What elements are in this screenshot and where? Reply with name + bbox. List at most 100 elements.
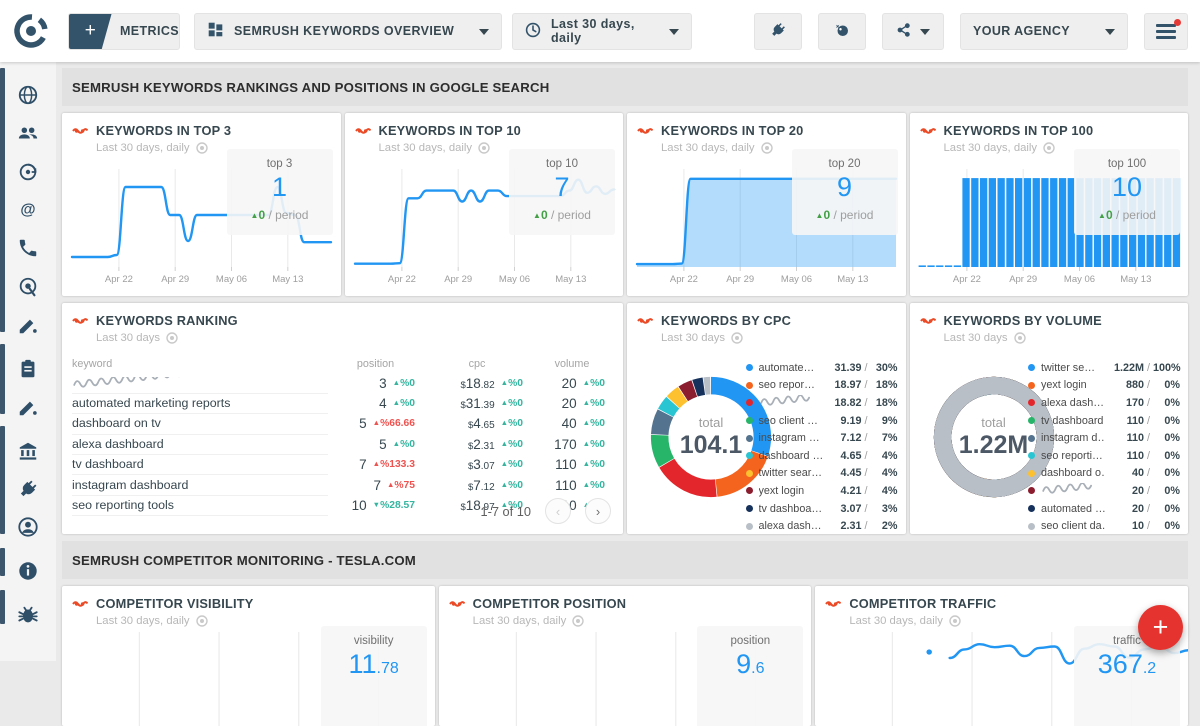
legend-slash: /: [1147, 520, 1150, 532]
up-arrow-icon: ▲: [373, 459, 380, 468]
up-arrow-icon: ▲: [533, 211, 541, 220]
delta-value: 0: [1106, 208, 1113, 222]
card-title: KEYWORDS IN TOP 20: [661, 123, 804, 138]
cpc-value: $4.65: [468, 416, 495, 431]
data-source-badge-icon: [1043, 142, 1055, 154]
legend-slash: /: [1147, 397, 1150, 409]
cpc-cell: $7.12▲%0: [423, 478, 531, 493]
pagination-next-button[interactable]: ›: [585, 498, 611, 524]
x-axis-label: Apr 22: [105, 274, 133, 285]
legend-pct: 4%: [871, 485, 898, 497]
column-header-volume: volume: [531, 358, 613, 370]
integrations-button[interactable]: [754, 13, 802, 50]
legend-item: instagram d…110/0%: [1028, 429, 1180, 447]
sidebar-item-bank[interactable]: [17, 440, 39, 462]
up-arrow-icon: ▲: [501, 418, 508, 427]
dashboard-selector[interactable]: SEMRUSH KEYWORDS OVERVIEW: [194, 13, 502, 50]
card-title-row: COMPETITOR TRAFFIC: [825, 596, 1178, 611]
legend-pct: 2%: [871, 520, 898, 532]
sidebar-item-globe-touch[interactable]: [17, 276, 39, 298]
volume-change: ▲%0: [583, 459, 605, 470]
data-source-badge-icon: [761, 142, 773, 154]
sidebar-item-edit-pen-2[interactable]: [17, 396, 39, 418]
semrush-source-icon: [72, 599, 88, 609]
sidebar-item-at-sign[interactable]: @: [17, 199, 39, 221]
card-title: KEYWORDS IN TOP 10: [379, 123, 522, 138]
time-range-selector[interactable]: Last 30 days, daily: [512, 13, 692, 50]
position-value: 4: [363, 396, 387, 411]
legend-label: instagram d…: [1041, 432, 1105, 444]
sidebar-item-team[interactable]: [17, 122, 39, 144]
add-widget-fab[interactable]: +: [1138, 605, 1183, 650]
sidebar-item-edit-pen[interactable]: [17, 314, 39, 336]
sidebar-item-account[interactable]: [17, 516, 39, 538]
bank-icon: [17, 440, 39, 462]
legend-item: yext login880/0%: [1028, 377, 1180, 395]
clock-icon: [525, 22, 541, 41]
redacted-label-scribble: [759, 395, 815, 407]
sidebar-item-plug[interactable]: [17, 478, 39, 500]
volume-cell: 110▲%0: [531, 478, 613, 493]
sidebar-item-bug[interactable]: [17, 604, 39, 626]
legend-value: 110: [1127, 432, 1144, 444]
stat-int: 1: [272, 172, 287, 202]
sidebar-item-clipboard[interactable]: [17, 358, 39, 380]
keywords-ranking-card: KEYWORDS RANKINGLast 30 dayskeywordposit…: [62, 303, 623, 534]
table-row: alexa dashboard5▲%0$2.31▲%0170▲%0: [72, 434, 613, 454]
hamburger-icon: [1156, 24, 1176, 39]
stat-value: 9.6: [697, 649, 803, 684]
up-arrow-icon: ▲: [501, 398, 508, 407]
legend-item: alexa dash…2.31/2%: [746, 517, 898, 534]
semrush-source-icon: [72, 126, 88, 136]
legend-label: instagram …: [759, 432, 823, 444]
main-menu-button[interactable]: [1144, 13, 1188, 50]
sidebar-item-info[interactable]: [17, 560, 39, 582]
appearance-button[interactable]: [818, 13, 866, 50]
semrush-source-icon: [825, 599, 841, 609]
edit-pen-2-icon: [17, 396, 39, 418]
position-cell: 5▲%0: [328, 437, 423, 452]
card-subtitle: Last 30 days: [944, 332, 1008, 344]
position-value: 7: [357, 478, 381, 493]
team-icon: [17, 122, 39, 144]
add-metrics-button[interactable]: + METRICS: [68, 13, 180, 50]
keyword-cell: automated marketing reports: [72, 393, 328, 414]
table-row: 3▲%0$18.82▲%020▲%0: [72, 373, 613, 393]
currency-symbol: $: [468, 482, 473, 493]
sidebar-item-globe-sync[interactable]: [17, 161, 39, 183]
stat-overlay: top 10010▲0 / period: [1074, 149, 1180, 235]
legend-value: 40: [1132, 467, 1144, 479]
cpc-cell: $18.82▲%0: [423, 376, 531, 391]
theme-palette-icon: [833, 21, 851, 42]
legend-label: alexa dash…: [1041, 397, 1105, 409]
pagination-prev-button[interactable]: ‹: [545, 498, 571, 524]
sidebar-item-globe[interactable]: [17, 84, 39, 106]
sidebar-item-phone[interactable]: [17, 237, 39, 259]
stat-value: 7: [509, 172, 615, 207]
legend-pct: 0%: [1153, 450, 1180, 462]
legend-item: twitter se…1.22M/100%: [1028, 359, 1180, 377]
data-source-badge-icon: [196, 615, 208, 627]
legend-pct: 0%: [1153, 503, 1180, 515]
up-arrow-icon: ▲: [393, 398, 400, 407]
position-change: ▲%0: [393, 398, 415, 409]
volume-cell: 170▲%0: [531, 437, 613, 452]
legend-value: 4.21: [840, 485, 861, 497]
legend-item: instagram …7.12/7%: [746, 429, 898, 447]
stat-int: 9: [736, 649, 751, 679]
share-button[interactable]: [882, 13, 944, 50]
delta-suffix: / period: [830, 208, 873, 222]
volume-change: ▲%0: [583, 480, 605, 491]
agency-selector[interactable]: YOUR AGENCY: [960, 13, 1128, 50]
legend-slash: /: [865, 362, 868, 374]
cpc-cell: $31.39▲%0: [423, 396, 531, 411]
legend-dot: [1028, 487, 1035, 494]
card-subtitle-row: Last 30 days: [944, 332, 1179, 344]
keyword-text: seo reporting tools: [72, 498, 174, 512]
legend-dot: [746, 487, 753, 494]
legend-label: twitter se…: [1041, 362, 1105, 374]
cpc-value: $2.31: [468, 437, 495, 452]
volume-cell: 40▲%0: [531, 416, 613, 431]
semrush-source-icon: [920, 126, 936, 136]
agency-selector-value: YOUR AGENCY: [973, 24, 1070, 38]
